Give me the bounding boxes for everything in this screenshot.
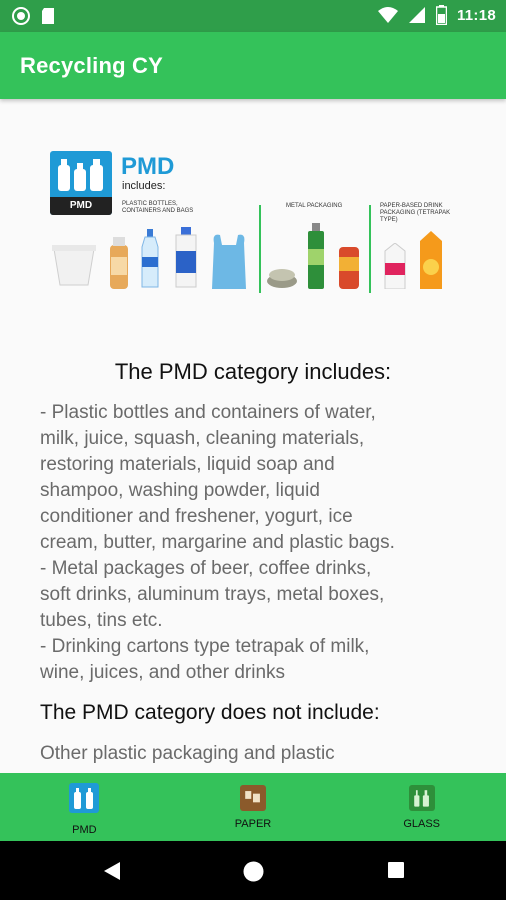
home-icon[interactable] xyxy=(243,861,264,882)
tin-tray-icon xyxy=(267,269,297,288)
nav-label-glass: GLASS xyxy=(403,818,441,830)
glass-bottles-icon xyxy=(408,785,435,811)
includes-line: milk, juice, squash, cleaning materials, xyxy=(40,428,365,449)
container-icon xyxy=(110,237,128,289)
caption-tetrapak: PAPER-BASED DRINK PACKAGING (TETRAPAK TY… xyxy=(380,203,451,223)
water-bottle-icon xyxy=(141,229,159,288)
includes-line: - Drinking cartons type tetrapak of milk… xyxy=(40,636,370,657)
includes-line: soft drinks, aluminum trays, metal boxes… xyxy=(40,584,385,605)
includes-line: cream, butter, margarine and plastic bag… xyxy=(40,532,395,553)
circle-icon xyxy=(12,7,30,25)
banner-subtitle: includes: xyxy=(122,180,166,192)
nav-item-glass[interactable]: GLASS xyxy=(337,773,506,841)
pmd-logo: PMD xyxy=(50,151,112,215)
includes-text: - Plastic bottles and containers of wate… xyxy=(40,400,470,686)
app-title: Recycling CY xyxy=(20,53,164,78)
app-bar: Recycling CY xyxy=(0,32,506,99)
not-include-text: Other plastic packaging and plastic xyxy=(40,741,470,767)
banner-divider-2 xyxy=(369,205,371,293)
includes-line: conditioner and freshener, yogurt, ice xyxy=(40,506,353,527)
detergent-bottle-icon xyxy=(175,227,197,288)
bottom-navigation: PMD PAPER GLASS xyxy=(0,773,506,841)
status-left-icons xyxy=(12,7,56,25)
includes-line: - Metal packages of beer, coffee drinks, xyxy=(40,558,372,579)
status-right-icons: 11:18 xyxy=(377,5,496,25)
battery-icon xyxy=(435,5,447,25)
back-icon[interactable] xyxy=(102,861,122,881)
nav-item-pmd[interactable]: PMD xyxy=(0,773,169,841)
includes-title: The PMD category includes: xyxy=(114,359,392,384)
milk-carton-icon xyxy=(384,243,406,289)
nav-item-paper[interactable]: PAPER xyxy=(169,773,338,841)
system-navigation-bar xyxy=(0,841,506,900)
wifi-icon xyxy=(377,7,398,23)
pmd-bottles-icon xyxy=(69,783,100,813)
caption-plastic: PLASTIC BOTTLES, CONTAINERS AND BAGS xyxy=(122,201,194,214)
includes-line: tubes, tins etc. xyxy=(40,610,163,631)
includes-line: wine, juices, and other drinks xyxy=(40,662,286,683)
signal-icon xyxy=(408,7,425,23)
status-bar: 11:18 xyxy=(0,0,506,32)
nav-label-paper: PAPER xyxy=(234,818,272,830)
spray-can-icon xyxy=(308,223,324,289)
includes-line: - Plastic bottles and containers of wate… xyxy=(40,402,376,423)
includes-line: restoring materials, liquid soap and xyxy=(40,454,335,475)
not-include-line: Other plastic packaging and plastic xyxy=(40,743,335,764)
status-time: 11:18 xyxy=(456,6,496,24)
soda-can-icon xyxy=(339,247,359,289)
recents-icon[interactable] xyxy=(387,861,405,879)
not-include-title: The PMD category does not include: xyxy=(40,701,380,724)
banner-title: PMD xyxy=(121,153,175,180)
banner-divider-1 xyxy=(259,205,261,293)
plastic-bag-icon xyxy=(212,234,246,289)
sd-card-icon xyxy=(42,8,54,24)
bottles-icon xyxy=(58,159,103,191)
pmd-logo-label: PMD xyxy=(50,197,112,215)
juice-carton-icon xyxy=(420,231,442,289)
includes-line: shampoo, washing powder, liquid xyxy=(40,480,320,501)
nav-label-pmd: PMD xyxy=(72,824,97,836)
caption-metal: METAL PACKAGING xyxy=(286,203,343,209)
paper-icon xyxy=(240,785,266,811)
content-scroll-area[interactable]: PMD PMD includes: PLASTIC BOTTLES, CONTA… xyxy=(0,99,506,773)
pmd-banner-image: PMD PMD includes: PLASTIC BOTTLES, CONTA… xyxy=(50,151,460,301)
yogurt-tub-icon xyxy=(52,245,96,286)
